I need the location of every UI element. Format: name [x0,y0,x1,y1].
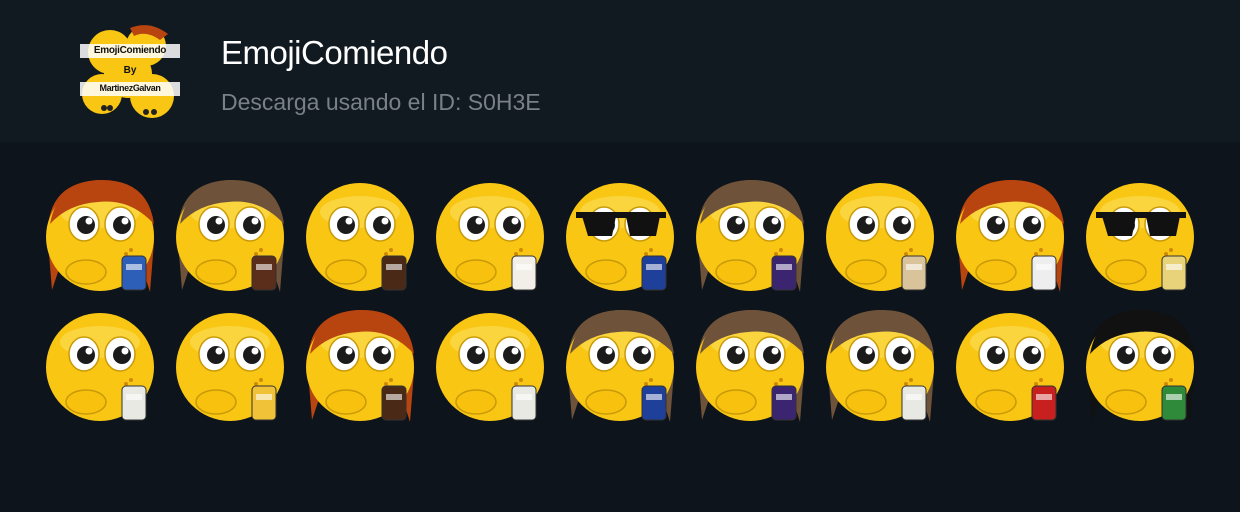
sticker-sunglasses-drinking-beer-icon[interactable] [1078,172,1208,302]
sticker-grid [38,172,1208,432]
sticker-redhead-eating-candy-icon[interactable] [38,172,168,302]
sticker-eating-cereal-icon[interactable] [428,172,558,302]
sticker-sunglasses-energy-drink-icon[interactable] [558,172,688,302]
sticker-row [38,302,1208,432]
sticker-eating-doritos-icon[interactable] [948,302,1078,432]
pack-id-subtitle: Descarga usando el ID: S0H3E [221,89,541,115]
pack-icon-text: EmojiComiendo [93,45,167,56]
sticker-drinking-beer-icon[interactable] [168,302,298,432]
sticker-eating-burrito-icon[interactable] [818,172,948,302]
sticker-eating-taco-icon[interactable] [428,302,558,432]
sticker-brunette-eating-snack-icon[interactable] [688,172,818,302]
sticker-eating-taco-salad-icon[interactable] [38,302,168,432]
sticker-row [38,172,1208,302]
pack-title: EmojiComiendo [221,34,448,71]
pack-icon: EmojiComiendo By MartinezGalvan [80,22,180,122]
pack-icon-text: MartinezGalvan [99,83,161,93]
sticker-eating-chocolate-icon[interactable] [298,172,428,302]
sticker-black-hair-soda-icon[interactable] [1078,302,1208,432]
sticker-brunette-eating-chocolate-icon[interactable] [688,302,818,432]
sticker-redhead-eating-cookies-icon[interactable] [948,172,1078,302]
sticker-brunette-eating-cake-icon[interactable] [168,172,298,302]
sticker-brunette-eating-salad-icon[interactable] [818,302,948,432]
pack-icon-text: By [123,65,137,76]
sticker-redhead-eating-chocolate-icon[interactable] [298,302,428,432]
pack-header: EmojiComiendo By MartinezGalvan EmojiCom… [0,0,1240,142]
sticker-brunette-energy-drink-icon[interactable] [558,302,688,432]
